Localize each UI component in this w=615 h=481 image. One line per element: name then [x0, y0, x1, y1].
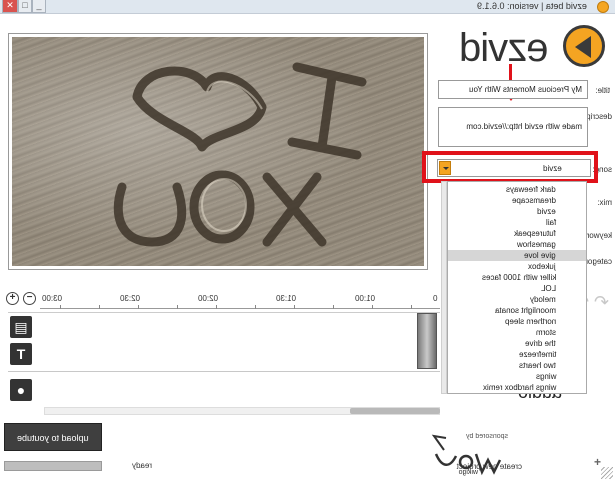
song-option[interactable]: killer with 1000 faces [448, 272, 586, 283]
tick-label: 0 [433, 294, 438, 303]
upload-button-label: upload to youtube [17, 433, 89, 443]
song-option[interactable]: dreamscape [448, 195, 586, 206]
tick-label: 02:00 [198, 294, 219, 303]
create-new-project-link[interactable]: create new project [457, 462, 522, 471]
ruler-minor-tick [177, 305, 178, 309]
song-option-label: northern sleep [504, 317, 556, 326]
ruler-minor-tick [411, 305, 412, 309]
close-button[interactable]: ✕ [2, 0, 18, 13]
ruler-minor-tick [60, 305, 61, 309]
sand-writing-drawing [113, 62, 367, 247]
song-option-label: timefreeze [518, 350, 556, 359]
song-option-label: dreamscape [511, 196, 556, 205]
annotation-highlight [422, 151, 598, 183]
song-option[interactable]: storm [448, 327, 586, 338]
logo-text: ezvid [460, 26, 549, 70]
ruler-minor-tick [99, 305, 100, 309]
song-option[interactable]: LOL [448, 283, 586, 294]
tick-label: 01:30 [276, 294, 297, 303]
song-option-label: the drive [525, 339, 556, 348]
song-option[interactable]: timefreeze [448, 349, 586, 360]
media-clip[interactable] [417, 313, 437, 369]
status-text: ready [131, 461, 152, 470]
song-option[interactable]: jukebox [448, 261, 586, 272]
timeline-tracks[interactable] [8, 312, 440, 408]
minimize-button[interactable]: _ [32, 0, 46, 13]
song-option-label: wings [535, 372, 556, 381]
song-option-label: futurespeak [514, 229, 556, 238]
song-option[interactable]: gameshow [448, 239, 586, 250]
play-icon [563, 25, 605, 67]
description-field-value: made with ezvid http://ezvid.com [466, 122, 582, 131]
zoom-out-icon[interactable]: − [23, 292, 36, 305]
song-option[interactable]: wings hardbox remix [448, 382, 586, 393]
song-option-label: melody [530, 295, 556, 304]
song-option-label: moonlight sonata [495, 306, 556, 315]
song-option-label: LOL [540, 284, 556, 293]
window-title: ezvid beta | version: 0.6.1.9 [477, 1, 587, 11]
song-option[interactable]: fail [448, 217, 586, 228]
track-divider [8, 371, 440, 372]
window-titlebar[interactable]: ✕ □ _ ezvid beta | version: 0.6.1.9 [0, 0, 615, 14]
song-option-label: fail [545, 218, 556, 227]
song-option[interactable]: give love [448, 250, 586, 261]
song-option[interactable]: the drive [448, 338, 586, 349]
ruler-minor-tick [216, 305, 217, 309]
timeline-scroll-thumb[interactable] [350, 408, 440, 414]
title-label: title: [595, 86, 610, 95]
video-preview[interactable] [8, 33, 428, 270]
song-option[interactable]: futurespeak [448, 228, 586, 239]
ruler-minor-tick [333, 305, 334, 309]
tick-label: 03:00 [42, 294, 63, 303]
song-option[interactable]: northern sleep [448, 316, 586, 327]
song-option-label: ezvid [537, 207, 556, 216]
microphone-icon[interactable]: ● [10, 379, 32, 401]
mix-label: mix: [597, 198, 612, 207]
song-option-label: killer with 1000 faces [481, 273, 556, 282]
redo-icon[interactable]: ↷ [594, 292, 609, 313]
song-option[interactable]: wings [448, 371, 586, 382]
song-option-label: give love [524, 251, 556, 260]
song-option[interactable]: ezvid [448, 206, 586, 217]
song-option[interactable]: dark freeways [448, 184, 586, 195]
ruler-minor-tick [372, 305, 373, 309]
song-option[interactable]: melody [448, 294, 586, 305]
upload-progress-bar [4, 461, 102, 471]
song-option-label: two hearts [519, 361, 556, 370]
tick-label: 02:30 [120, 294, 141, 303]
preview-image [12, 37, 424, 266]
song-option[interactable]: moonlight sonata [448, 305, 586, 316]
song-option-label: dark freeways [506, 185, 556, 194]
title-field-value: My Precious Moments With You [469, 85, 582, 94]
ruler-line [40, 308, 440, 309]
timeline-ruler[interactable]: 0 01:00 01:30 02:00 02:30 03:00 [40, 290, 440, 312]
song-option-label: jukebox [528, 262, 556, 271]
ruler-minor-tick [138, 305, 139, 309]
upload-to-youtube-button[interactable]: upload to youtube [4, 423, 102, 451]
video-track-icon[interactable]: ▤ [10, 316, 32, 338]
song-option-label: storm [536, 328, 556, 337]
description-field[interactable]: made with ezvid http://ezvid.com [438, 107, 588, 147]
tick-label: 01:00 [355, 294, 376, 303]
maximize-button[interactable]: □ [18, 0, 32, 13]
plus-icon[interactable]: + [594, 455, 601, 469]
song-option-label: gameshow [517, 240, 556, 249]
zoom-in-icon[interactable]: + [6, 292, 19, 305]
song-option[interactable]: two hearts [448, 360, 586, 371]
ruler-minor-tick [255, 305, 256, 309]
ruler-minor-tick [294, 305, 295, 309]
app-icon [597, 1, 609, 13]
text-track-icon[interactable]: T [10, 343, 32, 365]
resize-grip[interactable] [601, 467, 613, 479]
song-option-label: wings hardbox remix [482, 383, 556, 392]
title-field[interactable]: My Precious Moments With You [438, 80, 588, 99]
ezvid-logo: ezvid [460, 22, 610, 72]
song-dropdown-list[interactable]: dark freeways dreamscape ezvid fail futuresp… [447, 181, 587, 394]
